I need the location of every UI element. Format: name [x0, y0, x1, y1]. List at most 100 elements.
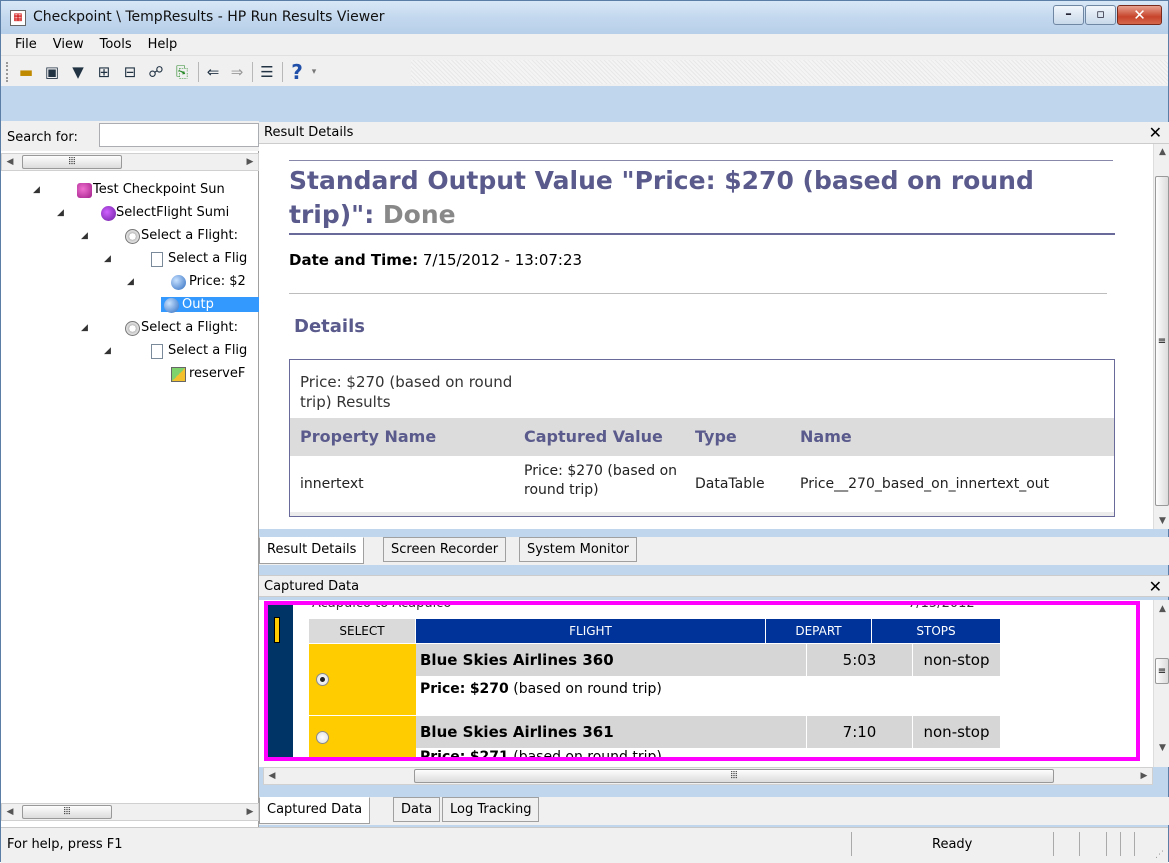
pane-title: Captured Data — [264, 579, 360, 594]
title-bar[interactable]: ▦ Checkpoint \ TempResults - HP Run Resu… — [1, 1, 1168, 34]
expander-icon[interactable]: ◢ — [104, 346, 111, 356]
close-pane-icon[interactable]: ✕ — [1149, 577, 1162, 596]
test-icon — [77, 183, 92, 198]
tree-node[interactable]: ◢ Select a Flig — [1, 343, 259, 361]
table-row: innertext Price: $270 (based on round tr… — [290, 456, 1114, 511]
scroll-up-icon[interactable]: ▲ — [1154, 604, 1169, 614]
forward-arrow-icon[interactable]: ⇒ — [226, 61, 248, 83]
tree-node[interactable]: ◢ Test Checkpoint Sun — [1, 182, 259, 200]
help-icon[interactable]: ? — [286, 61, 308, 83]
top-tab-strip: Result Details Screen Recorder System Mo… — [259, 537, 1169, 565]
column-header: Type — [695, 427, 737, 446]
scroll-thumb[interactable]: ⦙⦙⦙ — [22, 805, 112, 819]
clipped-route-text: Acapulco to Acapulco — [312, 601, 452, 611]
tree-top-scrollbar[interactable]: ◀ ⦙⦙⦙ ▶ — [1, 153, 259, 171]
close-button[interactable]: ✕ — [1117, 5, 1162, 25]
captured-vertical-scrollbar[interactable]: ▲ ≡ ▼ — [1153, 600, 1169, 767]
flight-depart: 5:03 — [806, 644, 912, 677]
toolbar-grip[interactable] — [6, 62, 9, 82]
captured-data-pane-header: Captured Data ✕ — [259, 575, 1169, 597]
scroll-down-icon[interactable]: ▼ — [1154, 743, 1169, 753]
list-icon[interactable]: ☰ — [256, 61, 278, 83]
tab-system-monitor[interactable]: System Monitor — [519, 537, 638, 562]
tree-node[interactable]: ◢ Price: $2 — [1, 274, 259, 292]
expander-icon[interactable]: ◢ — [81, 231, 88, 241]
action-icon — [101, 206, 116, 221]
collapse-all-icon[interactable]: ⊟ — [119, 61, 141, 83]
search-input[interactable] — [99, 123, 259, 147]
price-note: (based on round trip) — [508, 749, 662, 761]
toolbar-overflow-icon[interactable]: ▾ — [308, 61, 320, 83]
image-icon — [171, 367, 186, 382]
scroll-thumb[interactable]: ≡ — [1155, 658, 1169, 684]
column-header: Property Name — [300, 427, 437, 446]
status-bar: For help, press F1 Ready ⋰ — [1, 827, 1168, 863]
scroll-left-icon[interactable]: ◀ — [2, 804, 18, 820]
tab-captured-data[interactable]: Captured Data — [259, 797, 371, 824]
tree-node-selected[interactable]: Outp — [1, 297, 259, 315]
scroll-right-icon[interactable]: ▶ — [242, 804, 258, 820]
expander-icon[interactable]: ◢ — [33, 185, 40, 195]
divider — [289, 160, 1113, 161]
flight-radio[interactable] — [316, 731, 329, 744]
details-scrollbar[interactable]: ▲ ≡ ▼ — [1153, 144, 1169, 529]
status-separator — [1079, 832, 1080, 856]
tree-node-label: Select a Flight: — [141, 228, 239, 243]
tree-node-label: Select a Flig — [168, 343, 248, 358]
print-icon[interactable]: ▣ — [41, 61, 63, 83]
status-state: Ready — [932, 837, 973, 852]
back-arrow-icon[interactable]: ⇐ — [202, 61, 224, 83]
menu-file[interactable]: File — [7, 37, 45, 52]
tree-node[interactable]: reserveF — [1, 366, 259, 384]
tree-node[interactable]: ◢ Select a Flig — [1, 251, 259, 269]
status-separator — [1134, 832, 1135, 856]
price-label: Price: — [420, 681, 466, 697]
menu-view[interactable]: View — [45, 37, 92, 52]
tree-bottom-scrollbar[interactable]: ◀ ⦙⦙⦙ ▶ — [1, 803, 259, 821]
result-status: Done — [382, 200, 456, 229]
filter-icon[interactable]: ▼ — [67, 61, 89, 83]
tree-node[interactable]: ◢ Select a Flight: — [1, 228, 259, 246]
tab-screen-recorder[interactable]: Screen Recorder — [383, 537, 507, 562]
expander-icon[interactable]: ◢ — [127, 277, 134, 287]
tab-result-details[interactable]: Result Details — [259, 537, 365, 564]
minimize-button[interactable]: – — [1053, 5, 1084, 25]
tab-log-tracking[interactable]: Log Tracking — [442, 797, 540, 822]
jump-to-step-icon[interactable]: ☍ — [145, 61, 167, 83]
captured-horizontal-scrollbar[interactable]: ◀ ⦙⦙⦙ ▶ — [263, 767, 1153, 785]
column-header-flight: FLIGHT — [416, 619, 766, 643]
expander-icon[interactable]: ◢ — [57, 208, 64, 218]
export-icon[interactable]: ⎘ — [171, 61, 193, 83]
tree-node[interactable]: ◢ SelectFlight Sumi — [1, 205, 259, 223]
close-pane-icon[interactable]: ✕ — [1149, 123, 1162, 142]
toolbar-separator — [282, 62, 283, 82]
tab-data[interactable]: Data — [393, 797, 441, 822]
scroll-up-icon[interactable]: ▲ — [1154, 147, 1169, 157]
expand-all-icon[interactable]: ⊞ — [93, 61, 115, 83]
menu-tools[interactable]: Tools — [92, 37, 140, 52]
clipped-date-text: 7/15/2012 — [908, 601, 975, 611]
scroll-right-icon[interactable]: ▶ — [1136, 768, 1152, 784]
result-details-content: Standard Output Value "Price: $270 (base… — [259, 144, 1153, 529]
status-separator — [1106, 832, 1107, 856]
open-folder-icon[interactable]: ▬ — [15, 61, 37, 83]
price-label: Price: — [420, 749, 466, 761]
resize-grip-icon[interactable]: ⋰ — [1155, 850, 1164, 860]
scroll-left-icon[interactable]: ◀ — [264, 768, 280, 784]
expander-icon[interactable]: ◢ — [104, 254, 111, 264]
result-details-pane-header: Result Details ✕ — [259, 122, 1169, 144]
scroll-thumb[interactable]: ⦙⦙⦙ — [22, 155, 122, 169]
scroll-left-icon[interactable]: ◀ — [2, 154, 18, 170]
flight-row: Blue Skies Airlines 360 5:03 non-stop — [416, 643, 1000, 677]
page-icon — [151, 252, 163, 267]
maximize-button[interactable]: ▫ — [1085, 5, 1116, 25]
flight-radio-selected[interactable] — [316, 673, 329, 686]
status-separator — [1053, 832, 1054, 856]
scroll-thumb[interactable]: ⦙⦙⦙ — [414, 769, 1054, 783]
scroll-right-icon[interactable]: ▶ — [242, 154, 258, 170]
menu-help[interactable]: Help — [140, 37, 186, 52]
expander-icon[interactable]: ◢ — [81, 323, 88, 333]
tree-node[interactable]: ◢ Select a Flight: — [1, 320, 259, 338]
scroll-down-icon[interactable]: ▼ — [1154, 516, 1169, 526]
scroll-thumb[interactable]: ≡ — [1155, 176, 1169, 506]
